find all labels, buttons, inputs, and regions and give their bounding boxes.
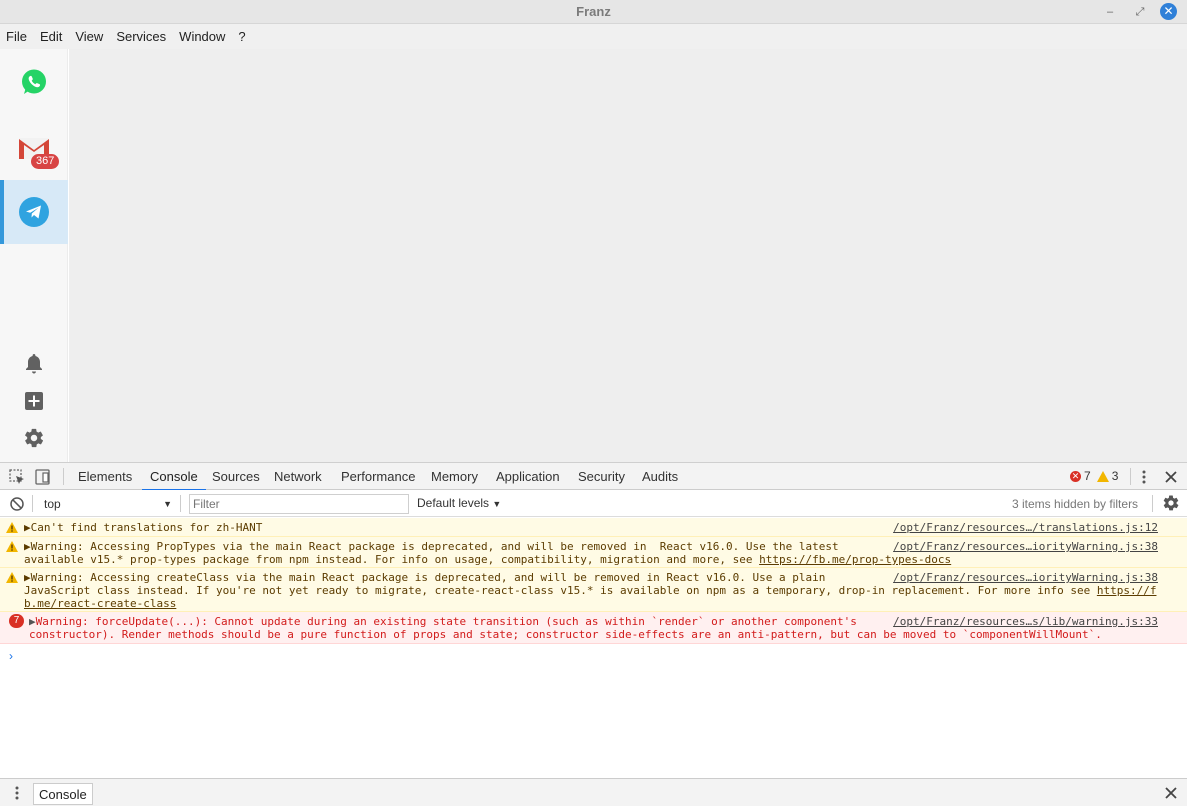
expand-arrow-icon[interactable]: ▶ xyxy=(29,615,36,628)
message-source-link[interactable]: /opt/Franz/resources…iorityWarning.js:38 xyxy=(893,540,1158,553)
more-options-icon[interactable] xyxy=(1135,468,1153,486)
log-levels-dropdown[interactable]: Default levels ▼ xyxy=(417,496,501,510)
tab-performance[interactable]: Performance xyxy=(341,469,415,484)
console-filter-input[interactable] xyxy=(189,494,409,514)
menu-view[interactable]: View xyxy=(75,29,103,44)
message-text: Warning: Accessing createClass via the m… xyxy=(30,571,826,584)
maximize-button[interactable]: ⤢ xyxy=(1131,3,1149,21)
menu-edit[interactable]: Edit xyxy=(40,29,62,44)
issue-counts[interactable]: ✕ 7 3 xyxy=(1070,469,1118,483)
menu-file[interactable]: File xyxy=(6,29,27,44)
console-message: ▶Can't find translations for zh-HANT /op… xyxy=(0,518,1187,537)
dropdown-arrow-icon: ▼ xyxy=(163,499,172,509)
minimize-button[interactable]: – xyxy=(1101,3,1119,21)
tab-network[interactable]: Network xyxy=(274,469,322,484)
warning-icon xyxy=(1096,470,1109,482)
toolbar-separator xyxy=(32,495,33,512)
console-settings-icon[interactable] xyxy=(1162,494,1180,512)
whatsapp-icon xyxy=(22,69,46,94)
tab-memory[interactable]: Memory xyxy=(431,469,478,484)
message-text: constructor). Render methods should be a… xyxy=(29,628,1102,641)
warning-icon xyxy=(6,541,18,552)
service-gmail[interactable]: 367 xyxy=(0,116,68,180)
message-text: Warning: Accessing PropTypes via the mai… xyxy=(30,540,839,553)
context-value: top xyxy=(44,497,61,511)
settings-button[interactable] xyxy=(22,426,46,450)
devtools-panel: Elements Console Sources Network Perform… xyxy=(0,462,1187,806)
warning-icon xyxy=(6,522,18,533)
tab-audits[interactable]: Audits xyxy=(642,469,678,484)
window-title: Franz xyxy=(576,4,611,19)
message-text: Warning: forceUpdate(...): Cannot update… xyxy=(35,615,857,628)
tab-console[interactable]: Console xyxy=(142,469,206,491)
unread-badge: 367 xyxy=(31,154,60,169)
notifications-button[interactable] xyxy=(22,352,46,376)
menu-window[interactable]: Window xyxy=(179,29,225,44)
expand-arrow-icon[interactable]: ▶ xyxy=(24,571,31,584)
message-text: available v15.* prop-types package from … xyxy=(24,553,760,566)
hidden-items-message: 3 items hidden by filters xyxy=(1012,497,1139,511)
add-service-button[interactable] xyxy=(22,389,46,413)
device-toolbar-icon[interactable] xyxy=(34,468,52,486)
tab-application[interactable]: Application xyxy=(496,469,560,484)
context-selector[interactable]: top ▼ xyxy=(40,495,176,513)
devtools-drawer: Console xyxy=(0,778,1187,806)
toolbar-separator xyxy=(1152,495,1153,512)
close-button[interactable]: ✕ xyxy=(1160,3,1177,20)
tab-elements[interactable]: Elements xyxy=(78,469,132,484)
bell-icon xyxy=(26,354,42,374)
message-source-link[interactable]: /opt/Franz/resources…/translations.js:12 xyxy=(893,521,1158,534)
inspect-element-icon[interactable] xyxy=(8,468,26,486)
docs-link[interactable]: https://f xyxy=(1097,584,1157,597)
message-source-link[interactable]: /opt/Franz/resources…s/lib/warning.js:33 xyxy=(893,615,1158,628)
dropdown-arrow-icon: ▼ xyxy=(492,499,502,509)
error-count: 7 xyxy=(1084,469,1091,483)
clear-console-icon[interactable] xyxy=(8,495,26,513)
menu-services[interactable]: Services xyxy=(116,29,166,44)
tab-security[interactable]: Security xyxy=(578,469,625,484)
service-telegram[interactable] xyxy=(0,180,68,244)
console-prompt[interactable]: › xyxy=(9,649,13,663)
console-message: ▶Warning: Accessing PropTypes via the ma… xyxy=(0,537,1187,568)
expand-arrow-icon[interactable]: ▶ xyxy=(24,540,31,553)
docs-link[interactable]: b.me/react-create-class xyxy=(24,597,176,610)
service-sidebar: 367 xyxy=(0,49,68,462)
warning-count: 3 xyxy=(1111,469,1119,483)
repeat-count-badge: 7 xyxy=(9,614,24,628)
title-bar: Franz – ⤢ ✕ xyxy=(0,0,1187,24)
console-message: 7 ▶Warning: forceUpdate(...): Cannot upd… xyxy=(0,612,1187,644)
tab-sources[interactable]: Sources xyxy=(212,469,260,484)
drawer-menu-icon[interactable] xyxy=(8,784,26,802)
close-drawer-icon[interactable] xyxy=(1162,784,1180,802)
add-icon xyxy=(25,392,43,410)
expand-arrow-icon[interactable]: ▶ xyxy=(24,521,31,534)
menu-bar: File Edit View Services Window ? xyxy=(0,24,1187,49)
drawer-tab-console[interactable]: Console xyxy=(33,783,93,805)
console-message: ▶Warning: Accessing createClass via the … xyxy=(0,568,1187,612)
message-text: JavaScript class instead. If you're not … xyxy=(24,584,1097,597)
levels-label: Default levels xyxy=(417,496,490,510)
devtools-tab-bar: Elements Console Sources Network Perform… xyxy=(0,463,1187,491)
close-devtools-icon[interactable] xyxy=(1162,468,1180,486)
docs-link[interactable]: https://fb.me/prop-types-docs xyxy=(759,553,951,566)
message-source-link[interactable]: /opt/Franz/resources…iorityWarning.js:38 xyxy=(893,571,1158,584)
telegram-icon xyxy=(19,197,49,227)
service-whatsapp[interactable] xyxy=(0,50,68,114)
warning-icon xyxy=(6,572,18,583)
service-webview[interactable] xyxy=(69,49,1187,462)
error-icon: ✕ xyxy=(1070,470,1081,482)
gear-icon xyxy=(25,428,44,448)
tab-separator xyxy=(63,468,64,485)
toolbar-separator xyxy=(180,495,181,512)
menu-help[interactable]: ? xyxy=(238,29,245,44)
console-toolbar: top ▼ Default levels ▼ 3 items hidden by… xyxy=(0,490,1187,517)
tab-separator xyxy=(1130,468,1131,485)
message-text: Can't find translations for zh-HANT xyxy=(30,521,263,534)
